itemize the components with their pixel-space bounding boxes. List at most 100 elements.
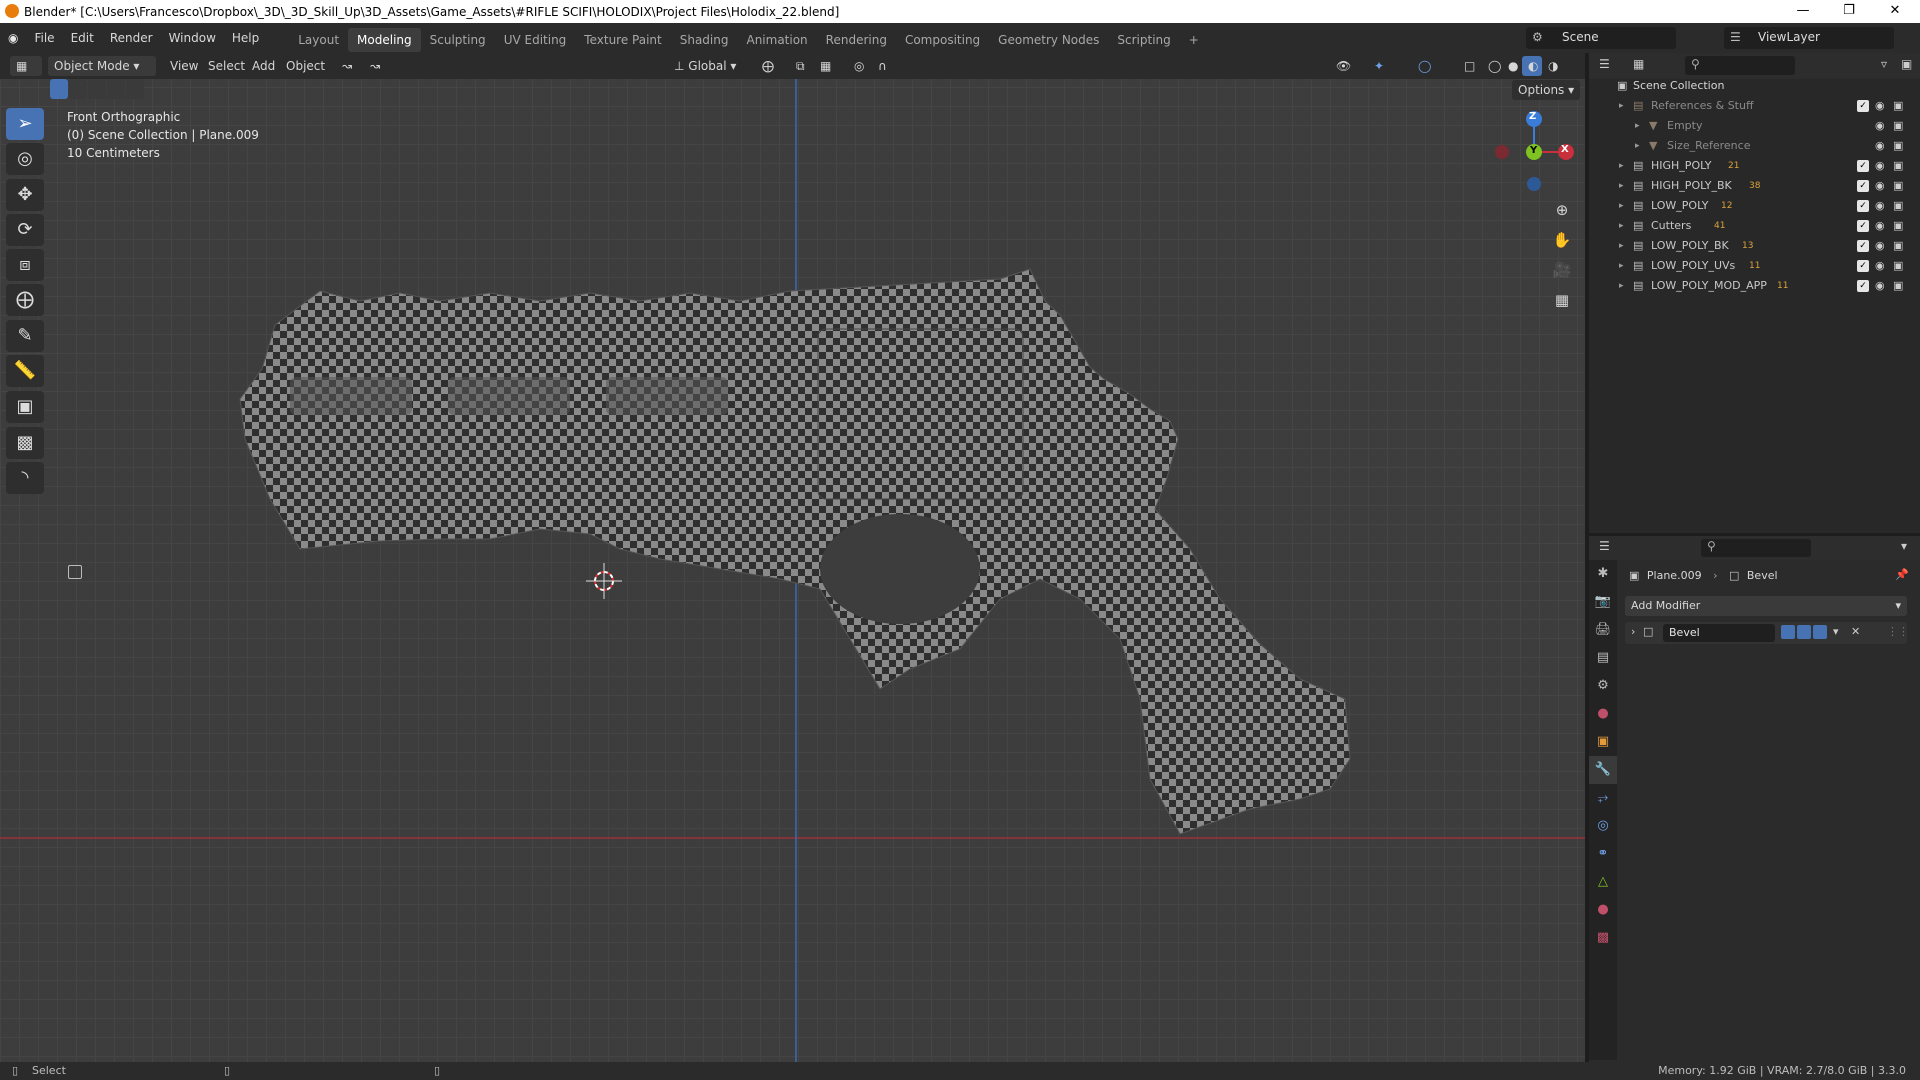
- menu-select[interactable]: Select: [202, 56, 251, 76]
- camera-icon[interactable]: ▣: [1893, 176, 1903, 196]
- pan-hand-icon[interactable]: ✋: [1548, 226, 1576, 254]
- outliner-item[interactable]: ▸ ▼ Size_Reference ◉ ▣: [1589, 136, 1920, 156]
- expand-arrow-icon[interactable]: ▸: [1619, 96, 1624, 116]
- menu-file[interactable]: File: [26, 23, 62, 53]
- tab-geometry-nodes[interactable]: Geometry Nodes: [989, 28, 1108, 52]
- annotate-tool-icon[interactable]: ✎: [6, 320, 44, 352]
- tab-texture-paint[interactable]: Texture Paint: [575, 28, 670, 52]
- camera-icon[interactable]: ▣: [1893, 196, 1903, 216]
- sidebar-toggle-icon[interactable]: [68, 565, 82, 579]
- expand-arrow-icon[interactable]: ▸: [1619, 256, 1624, 276]
- world-tab-icon[interactable]: ●: [1589, 700, 1617, 728]
- outliner-root[interactable]: ▣ Scene Collection: [1589, 76, 1920, 96]
- camera-icon[interactable]: ▣: [1893, 136, 1903, 156]
- eye-icon[interactable]: ◉: [1875, 96, 1885, 116]
- select-extend-icon[interactable]: [69, 79, 87, 99]
- menu-render[interactable]: Render: [102, 23, 161, 53]
- camera-icon[interactable]: ▣: [1893, 236, 1903, 256]
- 3d-viewport[interactable]: Options ▾: [0, 79, 1585, 1062]
- select-subtract-icon[interactable]: [88, 79, 106, 99]
- filter-icon[interactable]: ▿: [1881, 57, 1887, 71]
- properties-editor-icon[interactable]: ☰: [1599, 539, 1610, 553]
- view-layer-tab-icon[interactable]: ▤: [1589, 644, 1617, 672]
- expand-arrow-icon[interactable]: ▸: [1619, 216, 1624, 236]
- remove-modifier-icon[interactable]: ✕: [1851, 625, 1860, 638]
- outliner-item[interactable]: ▸ ▤ References & Stuff ✓ ◉ ▣: [1589, 96, 1920, 116]
- exclude-checkbox[interactable]: ✓: [1857, 240, 1869, 252]
- outliner-item[interactable]: ▸ ▤ HIGH_POLY_BK 38 ✓ ◉ ▣: [1589, 176, 1920, 196]
- view-layer-selector[interactable]: ☰ ViewLayer: [1724, 27, 1894, 49]
- tab-modeling[interactable]: Modeling: [348, 27, 421, 52]
- eye-icon[interactable]: ◉: [1875, 216, 1885, 236]
- zoom-icon[interactable]: ⊕: [1548, 196, 1576, 224]
- eye-icon[interactable]: ◉: [1875, 276, 1885, 296]
- tab-uv-editing[interactable]: UV Editing: [495, 28, 576, 52]
- scale-tool-icon[interactable]: ⧈: [6, 249, 44, 281]
- tab-scripting[interactable]: Scripting: [1108, 28, 1179, 52]
- rendered-shading-icon[interactable]: ◑: [1542, 56, 1562, 76]
- output-tab-icon[interactable]: 🖨: [1589, 616, 1617, 644]
- expand-chevron-icon[interactable]: ›: [1631, 625, 1635, 638]
- cursor-tool-icon[interactable]: ◎: [6, 143, 44, 175]
- wireframe-shading-icon[interactable]: ◯: [1482, 56, 1502, 76]
- outliner-item[interactable]: ▸ ▤ Cutters 41 ✓ ◉ ▣: [1589, 216, 1920, 236]
- blender-menu-icon[interactable]: ◉: [0, 23, 26, 53]
- editor-type-icon[interactable]: ▦: [10, 56, 42, 76]
- add-modifier-dropdown[interactable]: Add Modifier ▾: [1625, 596, 1907, 616]
- tab-animation[interactable]: Animation: [737, 28, 816, 52]
- menu-view[interactable]: View: [164, 56, 204, 76]
- exclude-checkbox[interactable]: ✓: [1857, 100, 1869, 112]
- expand-arrow-icon[interactable]: ▸: [1635, 116, 1640, 136]
- expand-arrow-icon[interactable]: ▸: [1619, 276, 1624, 296]
- grid-perspective-icon[interactable]: ▦: [1548, 286, 1576, 314]
- eye-icon[interactable]: ◉: [1875, 176, 1885, 196]
- particles-tab-icon[interactable]: ⥅: [1589, 784, 1617, 812]
- expand-arrow-icon[interactable]: ▸: [1619, 236, 1624, 256]
- camera-icon[interactable]: ▣: [1893, 96, 1903, 116]
- exclude-checkbox[interactable]: ✓: [1857, 260, 1869, 272]
- eye-icon[interactable]: ◉: [1875, 196, 1885, 216]
- expand-arrow-icon[interactable]: ▸: [1635, 136, 1640, 156]
- navigation-gizmo[interactable]: Z X Y: [1488, 108, 1576, 196]
- outliner-item[interactable]: ▸ ▤ LOW_POLY_UVs 11 ✓ ◉ ▣: [1589, 256, 1920, 276]
- edit-mode-toggle-icon[interactable]: [1781, 625, 1795, 639]
- add-cube-tool-icon[interactable]: ▣: [6, 391, 44, 423]
- exclude-checkbox[interactable]: ✓: [1857, 220, 1869, 232]
- tab-shading[interactable]: Shading: [671, 28, 738, 52]
- transform-orientation-dropdown[interactable]: ⊥ Global ▾: [668, 56, 746, 76]
- object-tab-icon[interactable]: ▣: [1589, 728, 1617, 756]
- outliner-item[interactable]: ▸ ▤ LOW_POLY_BK 13 ✓ ◉ ▣: [1589, 236, 1920, 256]
- display-mode-icon[interactable]: ▦: [1633, 57, 1644, 71]
- camera-icon[interactable]: ▣: [1893, 216, 1903, 236]
- mode-dropdown[interactable]: Object Mode ▾: [48, 56, 156, 76]
- outliner-item[interactable]: ▸ ▤ LOW_POLY_MOD_APP 11 ✓ ◉ ▣: [1589, 276, 1920, 296]
- pin-icon[interactable]: 📌: [1895, 568, 1909, 581]
- minimize-icon[interactable]: —: [1780, 0, 1826, 23]
- close-icon[interactable]: ✕: [1872, 0, 1918, 23]
- outliner-search-input[interactable]: ⚲: [1685, 56, 1795, 75]
- options-dropdown[interactable]: Options ▾: [1512, 80, 1581, 100]
- object-crumb[interactable]: Plane.009: [1647, 569, 1702, 582]
- scene-selector[interactable]: ⚙ Scene: [1526, 27, 1676, 49]
- select-new-icon[interactable]: [50, 79, 68, 99]
- measure-tool-icon[interactable]: 📏: [6, 355, 44, 387]
- modifier-name-field[interactable]: Bevel: [1663, 624, 1775, 642]
- add-workspace-icon[interactable]: +: [1180, 28, 1208, 52]
- outliner-editor-icon[interactable]: ☰: [1599, 57, 1610, 71]
- modifier-menu-icon[interactable]: ▾: [1833, 625, 1839, 638]
- tab-sculpting[interactable]: Sculpting: [421, 28, 495, 52]
- eye-icon[interactable]: ◉: [1875, 116, 1885, 136]
- camera-icon[interactable]: ▣: [1893, 256, 1903, 276]
- xray-icon[interactable]: □: [1458, 56, 1478, 76]
- exclude-checkbox[interactable]: ✓: [1857, 160, 1869, 172]
- tab-layout[interactable]: Layout: [289, 28, 348, 52]
- data-tab-icon[interactable]: △: [1589, 868, 1617, 896]
- falloff-icon[interactable]: ∩: [872, 56, 898, 76]
- physics-tab-icon[interactable]: ◎: [1589, 812, 1617, 840]
- outliner-item[interactable]: ▸ ▤ HIGH_POLY 21 ✓ ◉ ▣: [1589, 156, 1920, 176]
- move-tool-icon[interactable]: ✥: [6, 179, 44, 211]
- eye-icon[interactable]: ◉: [1875, 256, 1885, 276]
- outliner-item[interactable]: ▸ ▼ Empty ◉ ▣: [1589, 116, 1920, 136]
- overlays-icon[interactable]: ◯: [1412, 56, 1440, 76]
- drag-handle-icon[interactable]: ⋮⋮: [1887, 625, 1909, 638]
